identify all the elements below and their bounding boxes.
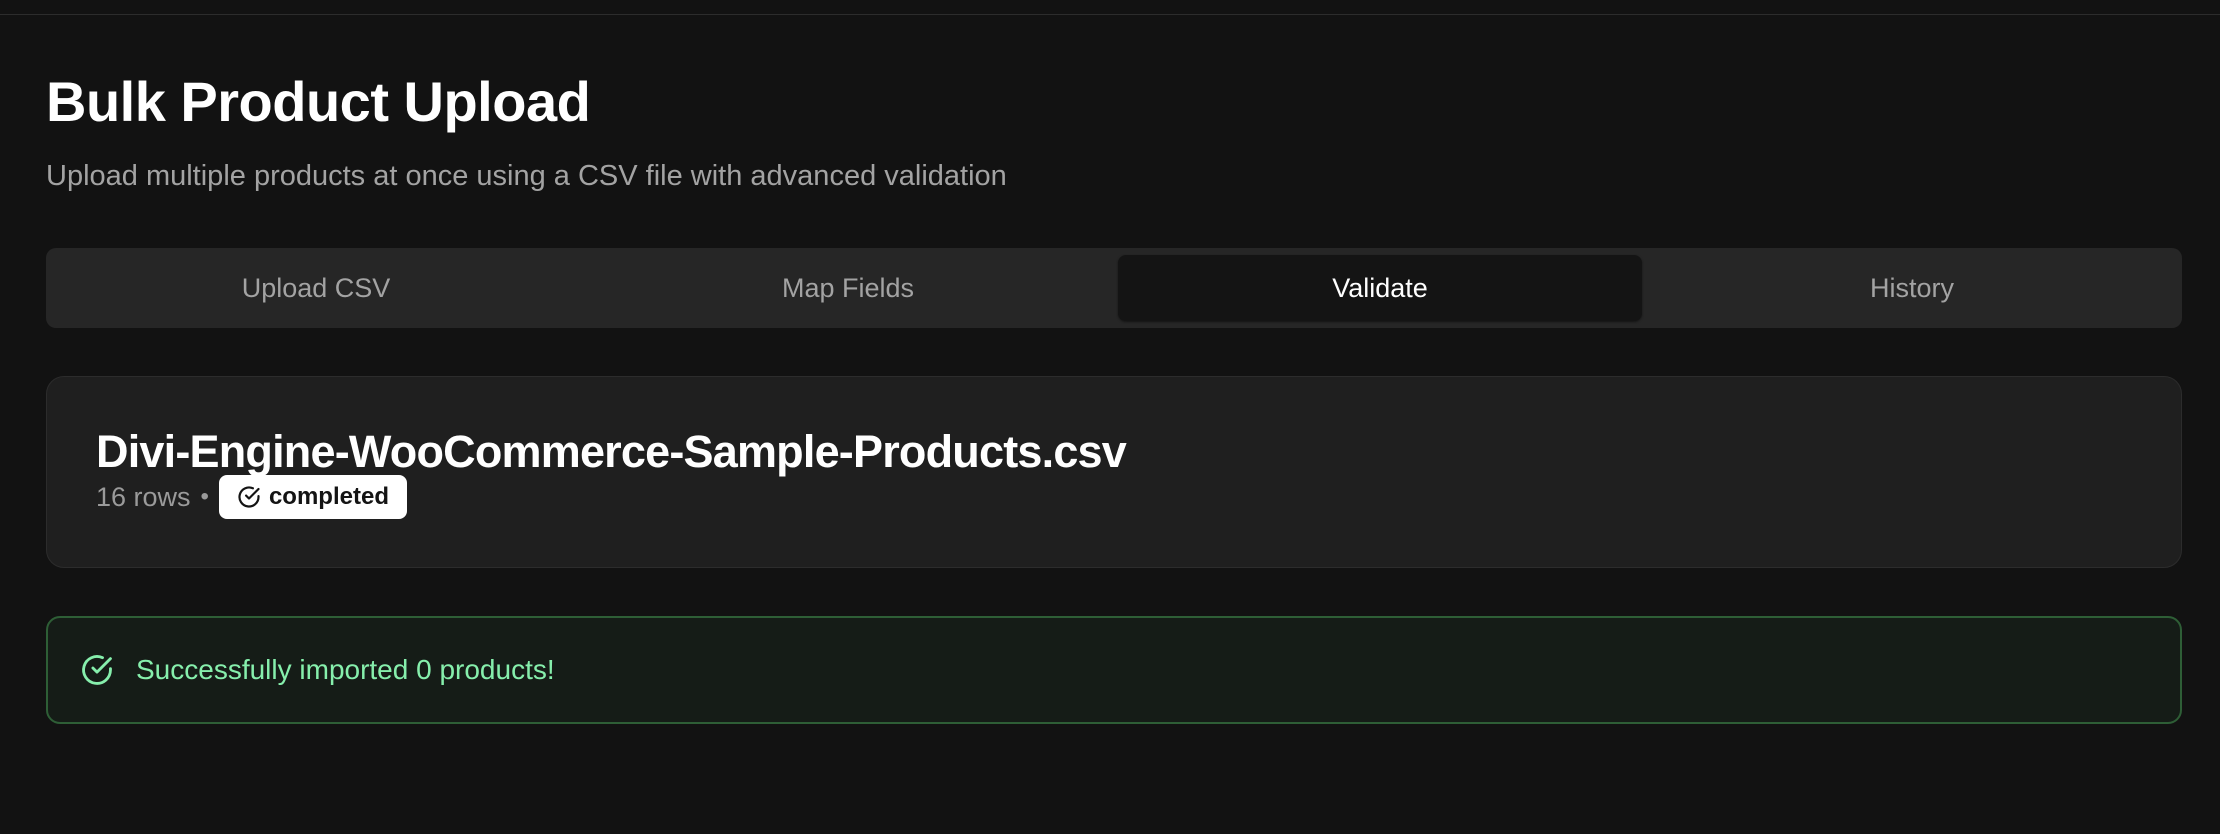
file-name: Divi-Engine-WooCommerce-Sample-Products.… [96,426,1127,477]
page-title: Bulk Product Upload [46,70,591,133]
tab-validate[interactable]: Validate [1118,255,1642,321]
status-badge: completed [218,475,407,519]
meta-separator: • [200,483,209,510]
check-circle-icon [238,486,260,508]
check-circle-icon [82,655,112,685]
success-alert: Successfully imported 0 products! [46,616,2182,724]
success-message: Successfully imported 0 products! [136,654,555,685]
file-meta: 16 rows • completed [96,475,407,519]
status-label: completed [268,483,389,510]
tab-history[interactable]: History [1650,255,2174,321]
tab-map-fields[interactable]: Map Fields [586,255,1110,321]
file-summary-card: Divi-Engine-WooCommerce-Sample-Products.… [46,376,2182,568]
row-count: 16 rows [96,481,191,512]
page-subtitle: Upload multiple products at once using a… [46,160,1007,192]
tab-upload-csv[interactable]: Upload CSV [54,255,578,321]
upload-steps-tabs: Upload CSV Map Fields Validate History [46,248,2182,328]
top-divider [0,14,2220,15]
